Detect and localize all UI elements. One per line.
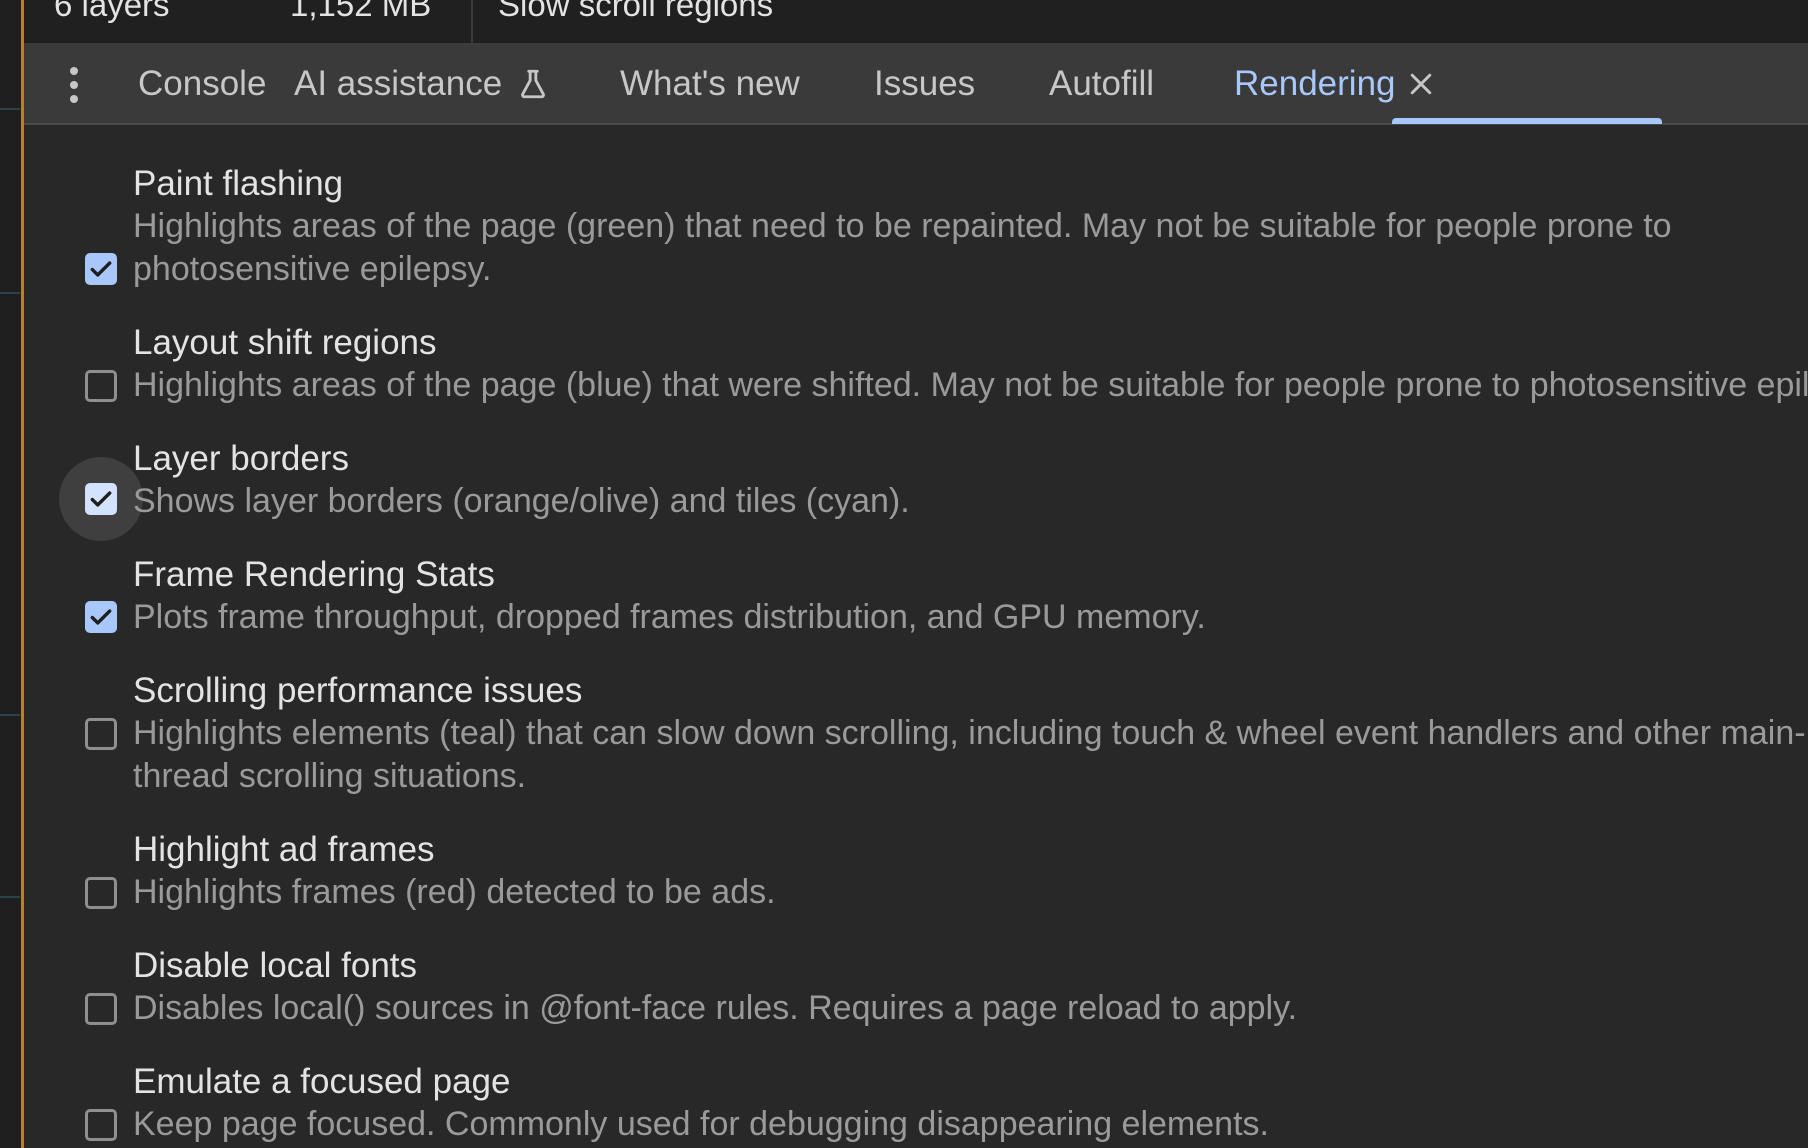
kebab-dot [70,81,78,89]
option-title: Layout shift regions [133,323,437,362]
kebab-dot [70,67,78,75]
emulate-focused-page-checkbox[interactable] [85,1109,117,1141]
tab-label: Rendering [1234,64,1396,103]
devtools-window: 6 layers 1,152 MB Slow scroll regions Co… [0,0,1808,1148]
gutter-marker [0,714,20,716]
tab-label: Issues [874,64,976,103]
active-tab-indicator [1392,118,1662,124]
layout-shift-regions-checkbox[interactable] [85,370,117,402]
option-title: Paint flashing [133,164,344,203]
divider [471,0,473,43]
checkbox-container[interactable] [59,575,143,659]
option-title: Disable local fonts [133,946,418,985]
tab-rendering[interactable]: Rendering [1234,45,1436,123]
layer-memory: 1,152 MB [290,0,432,23]
option-description: Disables local() sources in @font-face r… [133,989,1298,1027]
tab-whats-new[interactable]: What's new [620,45,800,123]
option-description: Keep page focused. Commonly used for deb… [133,1105,1269,1143]
highlight-ad-frames-checkbox[interactable] [85,877,117,909]
gutter-marker [0,896,20,898]
checkbox-container[interactable] [59,227,143,311]
option-description: Plots frame throughput, dropped frames d… [133,598,1206,636]
rendering-options-panel: Paint flashing Highlights areas of the p… [24,125,1808,1148]
drawer-tabbar: Console AI assistance What's new Issues … [24,45,1808,125]
page-gutter [0,0,21,1148]
checkbox-container[interactable] [59,457,143,541]
option-title: Highlight ad frames [133,830,435,869]
tab-label: What's new [620,64,800,103]
tab-console[interactable]: Console [138,45,266,123]
checkbox-container[interactable] [59,1083,143,1148]
flask-icon [521,69,546,99]
tab-issues[interactable]: Issues [874,45,975,123]
checkbox-container[interactable] [59,692,143,776]
more-tools-menu-icon[interactable] [62,67,86,103]
tab-label: Console [138,64,267,103]
frame-rendering-stats-checkbox[interactable] [85,601,117,633]
tab-autofill[interactable]: Autofill [1049,45,1154,123]
scrolling-performance-issues-checkbox[interactable] [85,718,117,750]
checkbox-container[interactable] [59,967,143,1051]
layer-count: 6 layers [54,0,170,23]
tab-ai-assistance[interactable]: AI assistance [294,45,550,123]
checkbox-container[interactable] [59,344,143,428]
gutter-marker [0,292,20,294]
option-title: Layer borders [133,439,349,478]
tab-label: AI assistance [294,64,503,103]
option-description: Shows layer borders (orange/olive) and t… [133,482,910,520]
option-description: Highlights frames (red) detected to be a… [133,873,776,911]
option-description: Highlights areas of the page (blue) that… [133,366,1808,404]
checkmark-icon [90,261,112,277]
disable-local-fonts-checkbox[interactable] [85,993,117,1025]
kebab-dot [70,95,78,103]
slow-scroll-regions-label: Slow scroll regions [498,0,774,23]
layer-borders-checkbox[interactable] [85,483,117,515]
option-description: Highlights areas of the page (green) tha… [133,207,1672,288]
option-title: Frame Rendering Stats [133,555,495,594]
paint-flashing-checkbox[interactable] [85,253,117,285]
option-title: Scrolling performance issues [133,671,583,710]
option-description: Highlights elements (teal) that can slow… [133,714,1806,795]
checkbox-container[interactable] [59,851,143,935]
close-icon[interactable] [1406,69,1436,99]
checkmark-icon [90,491,112,507]
checkmark-icon [90,609,112,625]
option-title: Emulate a focused page [133,1062,511,1101]
tab-label: Autofill [1049,64,1155,103]
layers-summary-bar: 6 layers 1,152 MB Slow scroll regions [24,0,1808,45]
gutter-marker [0,108,20,110]
